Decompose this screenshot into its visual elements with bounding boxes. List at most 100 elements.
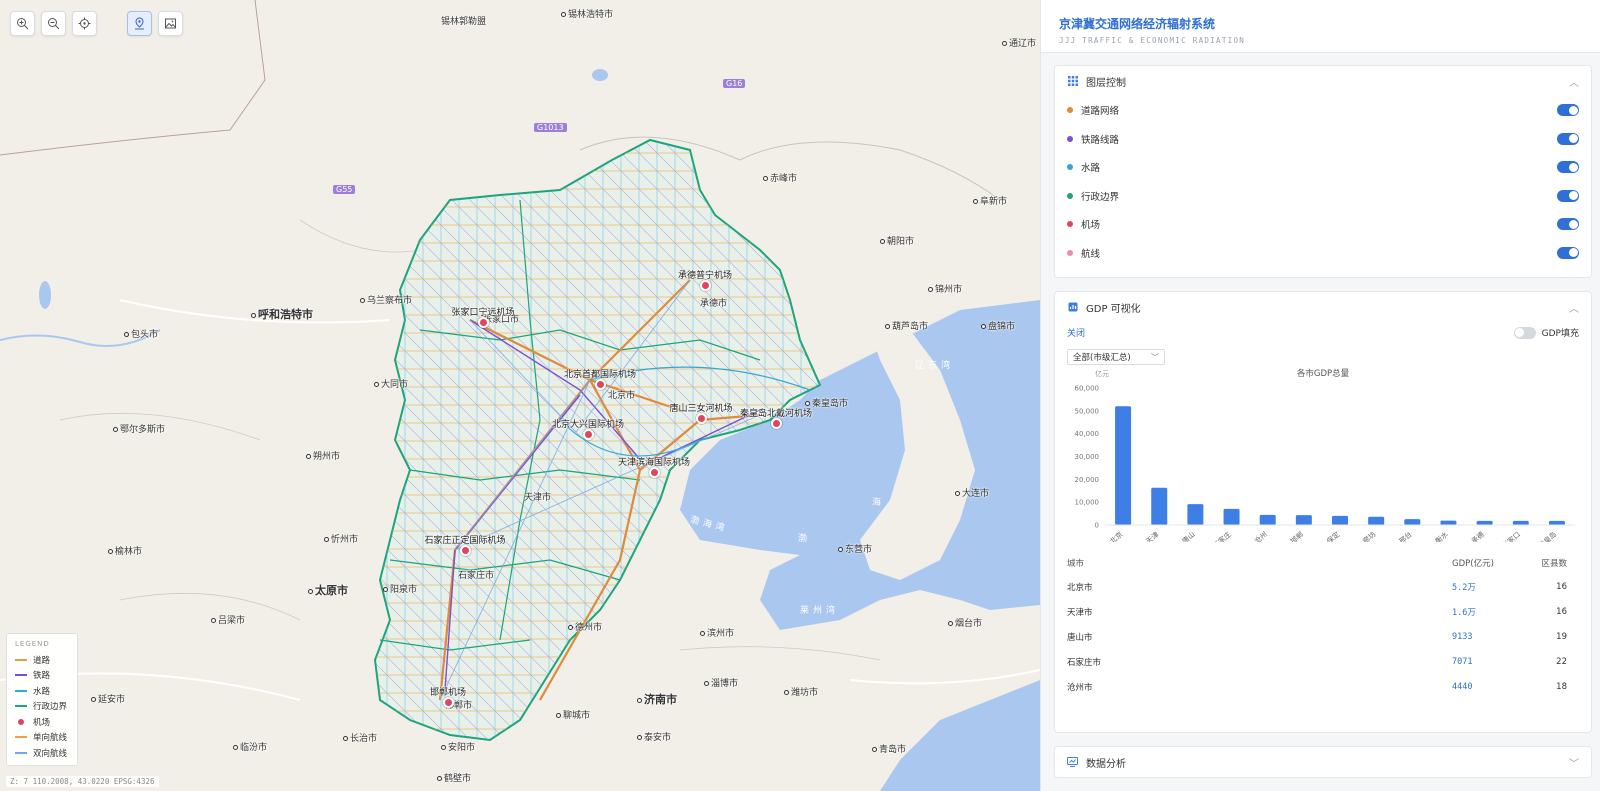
city-label: 北京市 xyxy=(608,388,635,401)
legend-item: 双向航线 xyxy=(15,745,71,761)
layer-item: 行政边界 xyxy=(1055,182,1591,211)
y-tick-label: 60,000 xyxy=(1075,385,1100,393)
city-name: 安阳市 xyxy=(448,743,476,753)
city-label: 榆林市 xyxy=(108,544,142,557)
city-name: 长治市 xyxy=(350,734,378,744)
layer-control-header[interactable]: 图层控制 ︿ xyxy=(1055,66,1591,96)
table-row[interactable]: 天津市 1.6万 16 xyxy=(1067,599,1581,624)
zoom-in-button[interactable] xyxy=(10,11,35,36)
region-level-select[interactable]: 全部(市级汇总) ﹀ xyxy=(1067,349,1165,365)
image-export-icon xyxy=(165,18,176,29)
sea-label: 莱州湾 xyxy=(800,606,840,616)
locate-button[interactable] xyxy=(72,11,97,36)
chart-bar[interactable] xyxy=(1368,516,1385,525)
airport-marker[interactable] xyxy=(594,378,606,390)
airport-marker[interactable] xyxy=(699,279,711,291)
layer-control-card: 图层控制 ︿ 道路网络 铁路线路 水路 行政边界 机场 航线 xyxy=(1054,65,1592,278)
airport-label: 天津滨海国际机场 xyxy=(617,458,691,468)
city-label: 泰安市 xyxy=(637,730,671,743)
city-name: 聊城市 xyxy=(563,711,591,721)
chart-bar[interactable] xyxy=(1476,520,1493,525)
y-tick-label: 40,000 xyxy=(1075,430,1100,438)
table-row[interactable]: 北京市 5.2万 16 xyxy=(1067,574,1581,599)
city-name: 通辽市 xyxy=(1009,39,1037,49)
city-label: 朝阳市 xyxy=(880,234,914,247)
gdp-cell: 7071 xyxy=(1452,656,1473,667)
airport-marker[interactable] xyxy=(648,466,660,478)
chart-bar[interactable] xyxy=(1512,520,1529,525)
chart-bar[interactable] xyxy=(1115,406,1132,525)
airport-marker[interactable] xyxy=(582,428,594,440)
chart-bar[interactable] xyxy=(1548,520,1565,525)
city-label: 青岛市 xyxy=(872,742,906,755)
city-marker-icon xyxy=(955,491,960,496)
chart-title: 各市GDP总量 xyxy=(1296,369,1350,379)
city-label: 盘锦市 xyxy=(981,319,1015,332)
pin-map-button[interactable] xyxy=(127,11,152,36)
city-name: 延安市 xyxy=(98,695,126,705)
gdp-title: GDP 可视化 xyxy=(1086,303,1141,315)
sea-label: 辽东湾 xyxy=(915,361,955,371)
city-name: 锡林郭勒盟 xyxy=(441,17,487,27)
chart-bar[interactable] xyxy=(1332,515,1348,525)
layer-toggle[interactable] xyxy=(1557,218,1579,231)
legend-line-swatch xyxy=(15,689,27,692)
airport-marker[interactable] xyxy=(442,696,454,708)
city-name: 临汾市 xyxy=(240,743,268,753)
layer-label: 道路网络 xyxy=(1081,106,1120,118)
airport-label: 北京首都国际机场 xyxy=(563,370,637,380)
city-label: 吕梁市 xyxy=(211,613,245,626)
city-label: 锦州市 xyxy=(928,282,962,295)
city-marker-icon xyxy=(556,713,561,718)
legend-item: 单向航线 xyxy=(15,730,71,746)
map-view[interactable]: G16 G1013 G55 锡林郭勒盟 锡林浩特市 通辽市 赤峰市 阜新市 朝阳市 锦州市葫… xyxy=(0,0,1040,791)
layer-toggle[interactable] xyxy=(1557,132,1579,145)
city-name: 赤峰市 xyxy=(770,174,798,184)
city-label: 呼和浩特市 xyxy=(251,306,313,322)
legend-label: 双向航线 xyxy=(33,748,68,759)
gdp-bar-chart: 亿元 各市GDP总量 0 10,000 20,000 30,000 40,000 50,0… xyxy=(1055,367,1591,550)
chart-bar[interactable] xyxy=(1187,504,1204,525)
data-analysis-header[interactable]: 数据分析 ﹀ xyxy=(1055,747,1591,777)
airport-label: 唐山三女河机场 xyxy=(669,404,733,414)
layer-item: 铁路线路 xyxy=(1055,125,1591,154)
chart-bar[interactable] xyxy=(1295,515,1312,525)
image-export-button[interactable] xyxy=(158,11,183,36)
layer-toggle[interactable] xyxy=(1557,104,1579,117)
chart-bar[interactable] xyxy=(1404,519,1421,525)
city-label: 太原市 xyxy=(308,582,348,598)
city-marker-icon xyxy=(885,324,890,329)
city-cell: 沧州市 xyxy=(1067,682,1093,693)
chart-bar[interactable] xyxy=(1151,487,1168,525)
legend-dot-swatch xyxy=(18,718,24,725)
layer-toggle[interactable] xyxy=(1557,161,1579,174)
chart-bar[interactable] xyxy=(1223,508,1240,525)
gdp-header[interactable]: GDP 可视化 ︿ xyxy=(1055,292,1591,322)
city-marker-icon xyxy=(308,588,313,594)
data-analysis-title: 数据分析 xyxy=(1086,758,1126,770)
county-count-cell: 18 xyxy=(1556,681,1567,692)
table-row[interactable]: 沧州市 4440 18 xyxy=(1067,674,1581,699)
airport-marker[interactable] xyxy=(770,417,782,429)
city-name: 大连市 xyxy=(962,489,990,499)
layer-toggle[interactable] xyxy=(1557,189,1579,202)
city-label: 潍坊市 xyxy=(784,685,818,698)
airport-marker[interactable] xyxy=(695,412,707,424)
table-row[interactable]: 石家庄市 7071 22 xyxy=(1067,649,1581,674)
y-tick-label: 20,000 xyxy=(1075,476,1100,484)
highway-shield: G55 xyxy=(333,185,356,194)
layer-color-dot xyxy=(1067,107,1073,114)
gdp-fill-toggle[interactable] xyxy=(1513,326,1536,339)
airport-marker[interactable] xyxy=(459,544,471,556)
legend-label: 道路 xyxy=(33,655,51,666)
airport-marker[interactable] xyxy=(477,316,489,328)
pin-map-icon xyxy=(135,17,144,30)
city-marker-icon xyxy=(948,621,953,626)
layer-toggle[interactable] xyxy=(1557,246,1579,259)
chart-bar[interactable] xyxy=(1440,520,1457,525)
city-label: 延安市 xyxy=(91,692,125,705)
table-row[interactable]: 唐山市 9133 19 xyxy=(1067,624,1581,649)
chart-bar[interactable] xyxy=(1259,514,1276,525)
sea-label: 渤 xyxy=(798,534,812,544)
zoom-out-button[interactable] xyxy=(41,11,66,36)
